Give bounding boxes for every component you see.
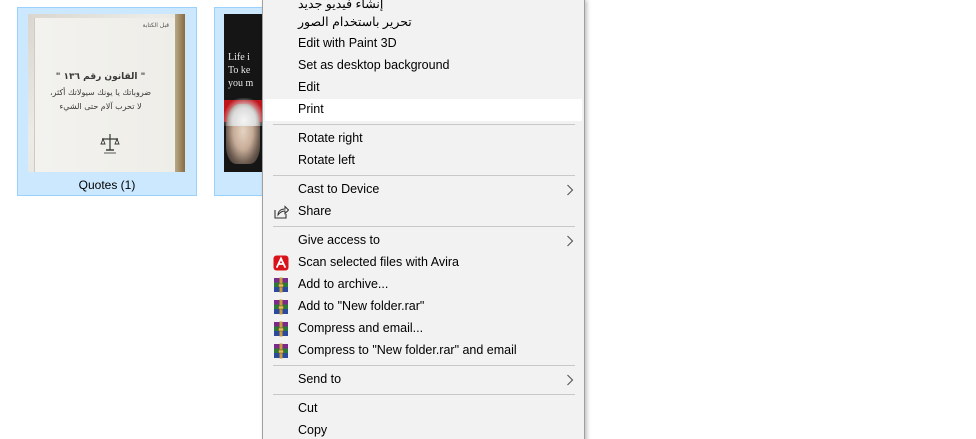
portrait-hair [224,98,264,126]
menu-separator [273,124,575,125]
winrar-icon [274,299,288,315]
chevron-right-icon [567,235,574,247]
menu-item-label: Copy [298,423,328,437]
menu-item-cast-to-device[interactable]: Cast to Device [265,179,582,201]
menu-separator [273,226,575,227]
menu-item-print[interactable]: Print [265,99,582,121]
file-name-label: Quotes (1) [78,178,136,192]
menu-item-edit-with-paint3d[interactable]: Edit with Paint 3D [265,33,582,55]
menu-item-rotate-right[interactable]: Rotate right [265,128,582,150]
menu-item-send-to[interactable]: Send to [265,369,582,391]
book-page-edge [175,14,185,172]
winrar-icon [274,277,288,293]
file-thumbnail: قبل الكتابة " القانون رقم ١٣٦ " ضروباتك … [28,14,185,172]
thumbnail-text-line: لا تحرب آلام حتى الشيء [59,102,142,111]
menu-item-add-to-archive[interactable]: Add to archive... [265,274,582,296]
scales-icon [100,134,120,154]
menu-item-copy[interactable]: Copy [265,420,582,439]
menu-separator [273,365,575,366]
file-explorer-view: قبل الكتابة " القانون رقم ١٣٦ " ضروباتك … [0,0,976,439]
menu-item-rotate-left[interactable]: Rotate left [265,150,582,172]
thumbnail-text-line: ضروباتك يا يونك سيولاتك أكثر، [49,88,152,97]
menu-item-label: Share [298,204,332,218]
menu-item-label: Compress and email... [298,321,424,335]
menu-item-label: Compress to "New folder.rar" and email [298,343,517,357]
menu-item-share[interactable]: Share [265,201,582,223]
menu-item-compress-to-rar-and-email[interactable]: Compress to "New folder.rar" and email [265,340,582,362]
menu-item-label: تحرير باستخدام الصور [298,15,412,29]
menu-item-cut[interactable]: Cut [265,398,582,420]
chevron-right-icon [567,374,574,386]
menu-item-give-access-to[interactable]: Give access to [265,230,582,252]
menu-item-label: Rotate right [298,131,363,145]
menu-item-edit[interactable]: Edit [265,77,582,99]
menu-item-label: Edit [298,80,320,94]
menu-item-label: Edit with Paint 3D [298,36,397,50]
file-thumbnail: Life i To ke you m [224,14,264,172]
menu-item-compress-and-email[interactable]: Compress and email... [265,318,582,340]
thumbnail-text-line: Life i [228,52,250,63]
menu-item-label: Print [298,102,324,116]
thumbnail-text-line: To ke [228,65,251,76]
menu-item-label: Cast to Device [298,182,380,196]
menu-item-label: Send to [298,372,342,386]
menu-item-label: Scan selected files with Avira [298,255,459,269]
chevron-right-icon [567,184,574,196]
menu-item-label: Set as desktop background [298,58,450,72]
menu-separator [273,175,575,176]
winrar-icon [274,343,288,359]
file-tile-quotes[interactable]: قبل الكتابة " القانون رقم ١٣٦ " ضروباتك … [17,7,197,196]
menu-item-label: Give access to [298,233,380,247]
thumbnail-text-line: you m [228,78,254,89]
thumbnail-text-line: " القانون رقم ١٣٦ " [55,72,146,82]
menu-separator [273,394,575,395]
avira-icon [273,255,289,271]
context-menu: إنشاء فيديو جديد تحرير باستخدام الصور Ed… [262,0,585,439]
menu-item-label: Cut [298,401,318,415]
menu-item-scan-avira[interactable]: Scan selected files with Avira [265,252,582,274]
menu-item-label: Add to "New folder.rar" [298,299,425,313]
menu-item-set-desktop-background[interactable]: Set as desktop background [265,55,582,77]
share-icon [274,205,289,219]
winrar-icon [274,321,288,337]
menu-item-label: إنشاء فيديو جديد [298,0,384,11]
menu-item-label: Rotate left [298,153,355,167]
menu-item-add-to-rar[interactable]: Add to "New folder.rar" [265,296,582,318]
menu-item-edit-with-photos[interactable]: تحرير باستخدام الصور [265,11,582,33]
thumbnail-corner-text: قبل الكتابة [142,22,169,29]
menu-item-label: Add to archive... [298,277,389,291]
